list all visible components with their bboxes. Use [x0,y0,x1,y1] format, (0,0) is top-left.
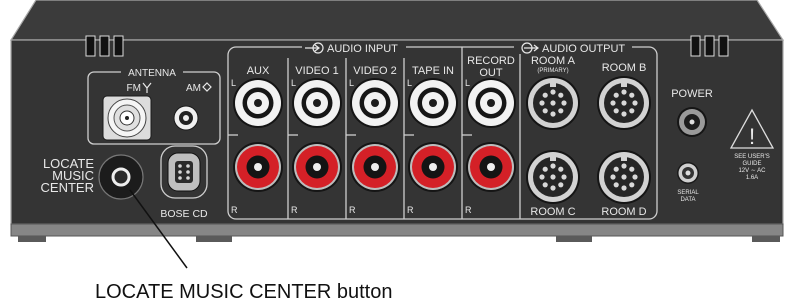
channel-right-label: R [291,205,298,215]
locate-music-center-button[interactable] [98,154,144,200]
power-label: POWER [671,88,713,100]
bose-cd-label: BOSE CD [160,208,208,220]
antenna-title: ANTENNA [128,68,176,79]
device-base [10,223,784,237]
room-b-label: ROOM B [602,62,647,74]
channel-right-label: R [231,205,238,215]
fm-antenna-connector [102,95,152,141]
vent-slot [690,35,701,57]
channel-right-label: R [465,205,472,215]
channel-right-label: R [407,205,414,215]
room-b-connector [597,76,651,130]
warning-symbol: ! [749,124,755,149]
room-a-label: ROOM A [531,55,576,67]
record-out-label-line: OUT [479,67,503,79]
am-label: AM [186,83,201,94]
aux-right-jack [233,142,283,192]
record-out-right-jack [466,142,516,192]
record-out-left-jack [466,78,516,128]
channel-left-label: L [349,78,354,88]
channel-left-label: L [465,78,470,88]
audio-input-title: AUDIO INPUT [327,43,398,55]
tape-in-left-jack [408,78,458,128]
rear-panel-diagram: ANTENNA FM AM LOCATE MUSIC CENTER BOSE C… [9,0,785,303]
room-d-label: ROOM D [601,206,646,218]
locate-label-line: CENTER [41,180,94,195]
room-a-note: (PRIMARY) [537,68,568,74]
foot [196,236,232,242]
warning-text-line: SEE USER'S [734,154,770,160]
jack-label-aux: AUX [247,65,270,77]
am-antenna-connector [173,105,199,131]
video-2-right-jack [350,142,400,192]
channel-right-label: R [349,205,356,215]
serial-label-line: SERIAL [677,190,699,196]
channel-left-label: L [231,78,236,88]
audio-output-title: AUDIO OUTPUT [542,43,625,55]
room-a-connector [526,76,580,130]
device-feet [18,236,780,242]
foot [556,236,592,242]
video-1-right-jack [292,142,342,192]
device-top-surface [9,0,785,41]
room-c-connector [526,150,580,204]
vent-slot-icon [85,35,124,57]
vent-slot [113,35,124,57]
warning-text-line: 1.6A [746,175,758,181]
power-jack [677,107,707,137]
channel-left-label: L [407,78,412,88]
callout-label: LOCATE MUSIC CENTER button [95,281,392,303]
jack-label-tape-in: TAPE IN [412,65,454,77]
vent-slot [718,35,729,57]
aux-left-jack [233,78,283,128]
vent-slot [99,35,110,57]
vent-slot-icon [690,35,729,57]
video-1-left-jack [292,78,342,128]
foot [18,236,46,242]
channel-left-label: L [291,78,296,88]
jack-label-video-2: VIDEO 2 [353,65,396,77]
video-2-left-jack [350,78,400,128]
fm-label: FM [127,83,141,94]
vent-slot [85,35,96,57]
room-d-connector [597,150,651,204]
foot [752,236,780,242]
serial-data-jack [677,162,699,184]
room-c-label: ROOM C [530,206,575,218]
warning-text-line: 12V ∼ AC [738,168,766,174]
tape-in-right-jack [408,142,458,192]
warning-text-line: GUIDE [742,161,761,167]
serial-label-line: DATA [680,197,695,203]
record-out-label-line: RECORD [467,55,515,67]
vent-slot [704,35,715,57]
jack-label-video-1: VIDEO 1 [295,65,338,77]
